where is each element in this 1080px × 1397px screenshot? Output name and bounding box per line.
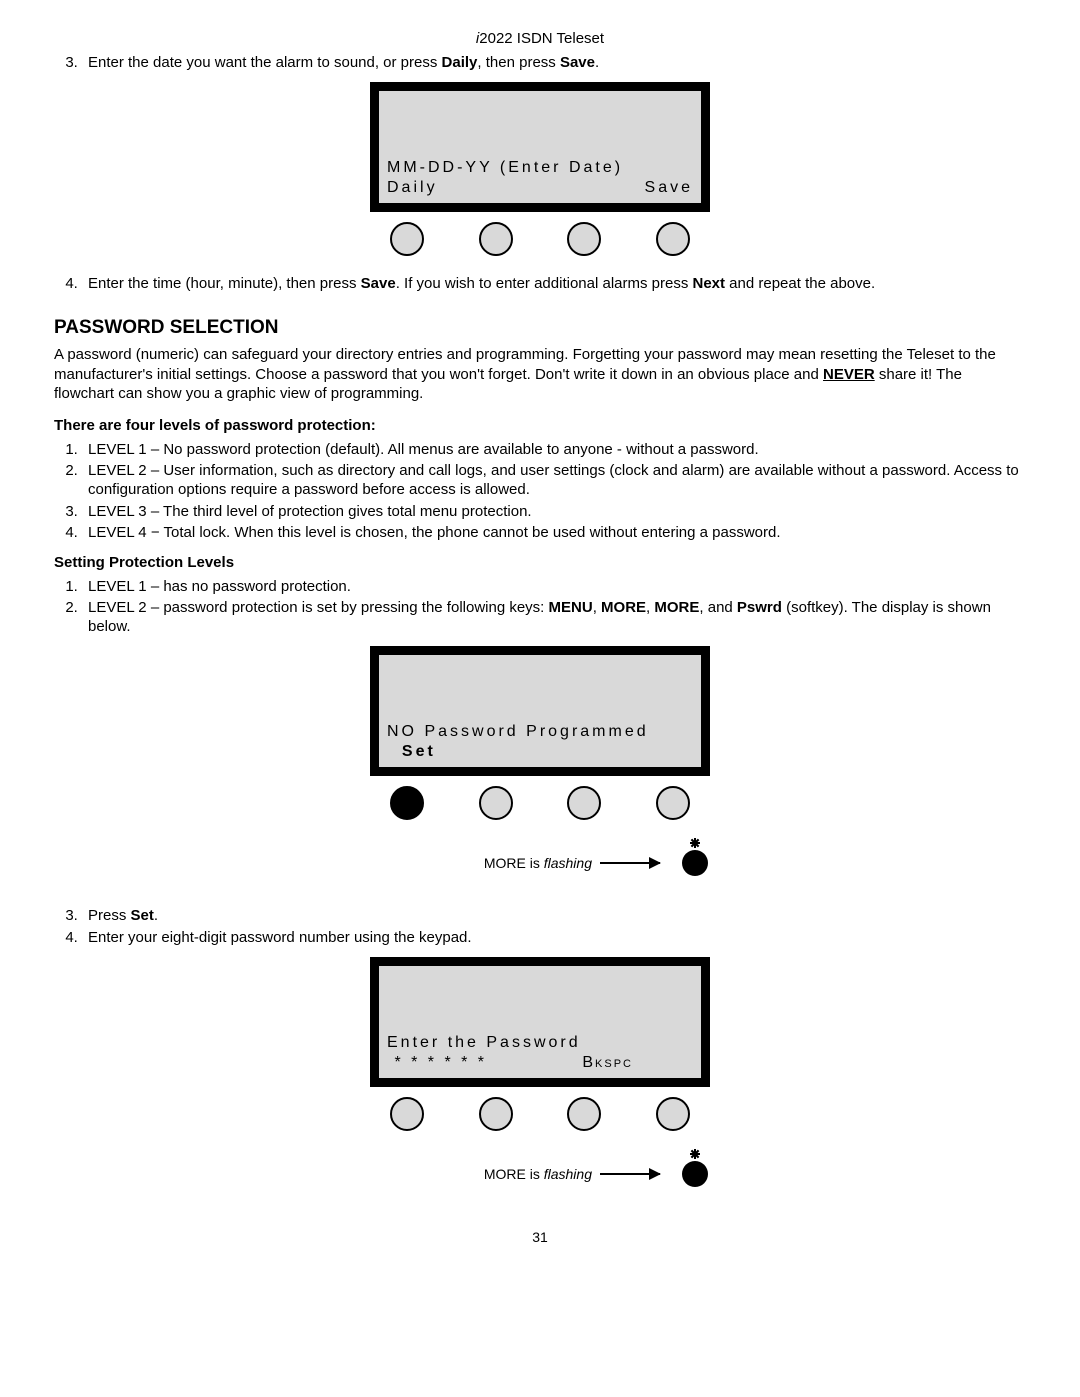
lcd-device-2: NO Password Programmed Set MORE is flash… xyxy=(54,646,1026,888)
softkey-2c[interactable] xyxy=(567,786,601,820)
arrow-icon xyxy=(600,1173,660,1175)
lcd1-save: Save xyxy=(645,179,693,197)
softkey-3a[interactable] xyxy=(390,1097,424,1131)
pwd-intro: A password (numeric) can safeguard your … xyxy=(54,345,1026,403)
lcd3-bkspc: Bkspc xyxy=(582,1054,633,1072)
level-3: LEVEL 3 – The third level of protection … xyxy=(82,502,1026,521)
softkey-2d[interactable] xyxy=(656,786,690,820)
softkey-row-1 xyxy=(370,212,710,256)
level-2: LEVEL 2 – User information, such as dire… xyxy=(82,461,1026,499)
softkey-3c[interactable] xyxy=(567,1097,601,1131)
softkey-1a[interactable] xyxy=(390,222,424,256)
levels-list: LEVEL 1 – No password protection (defaul… xyxy=(54,440,1026,542)
lcd-screen-1: MM-DD-YY (Enter Date) Daily Save xyxy=(370,82,710,212)
page-number: 31 xyxy=(54,1229,1026,1245)
softkey-3b[interactable] xyxy=(479,1097,513,1131)
step-3: Enter the date you want the alarm to sou… xyxy=(82,53,1026,72)
flash-indicator-2: MORE is flashing xyxy=(360,838,720,888)
setting-step-2: LEVEL 2 – password protection is set by … xyxy=(82,598,1026,636)
step-4: Enter the time (hour, minute), then pres… xyxy=(82,274,1026,293)
lcd2-line1: NO Password Programmed xyxy=(387,723,693,741)
softkey-1d[interactable] xyxy=(656,222,690,256)
alarm-steps-4: Enter the time (hour, minute), then pres… xyxy=(54,274,1026,293)
softkey-1b[interactable] xyxy=(479,222,513,256)
setting-step-4: Enter your eight-digit password number u… xyxy=(82,928,1026,947)
lcd-screen-2: NO Password Programmed Set xyxy=(370,646,710,776)
setting-step-3: Press Set. xyxy=(82,906,1026,925)
lcd1-daily: Daily xyxy=(387,179,438,197)
softkey-1c[interactable] xyxy=(567,222,601,256)
lcd1-line1: MM-DD-YY (Enter Date) xyxy=(387,159,693,177)
setting-step-1: LEVEL 1 – has no password protection. xyxy=(82,577,1026,596)
level-1: LEVEL 1 – No password protection (defaul… xyxy=(82,440,1026,459)
lcd3-line1: Enter the Password xyxy=(387,1034,693,1052)
lcd-device-3: Enter the Password * * * * * * Bkspc MOR… xyxy=(54,957,1026,1199)
lcd-device-1: MM-DD-YY (Enter Date) Daily Save xyxy=(54,82,1026,256)
softkey-row-2 xyxy=(370,776,710,820)
flash-icon xyxy=(670,838,720,888)
setting-heading: Setting Protection Levels xyxy=(54,554,1026,571)
lcd-screen-3: Enter the Password * * * * * * Bkspc xyxy=(370,957,710,1087)
level-4: LEVEL 4 − Total lock. When this level is… xyxy=(82,523,1026,542)
alarm-steps-3: Enter the date you want the alarm to sou… xyxy=(54,53,1026,72)
softkey-3d[interactable] xyxy=(656,1097,690,1131)
softkey-2a-filled[interactable] xyxy=(390,786,424,820)
page-header: i2022 ISDN Teleset xyxy=(54,30,1026,47)
flash-indicator-3: MORE is flashing xyxy=(360,1149,720,1199)
levels-heading: There are four levels of password protec… xyxy=(54,417,1026,434)
setting-steps: LEVEL 1 – has no password protection. LE… xyxy=(54,577,1026,637)
model-rest: 2022 ISDN Teleset xyxy=(479,30,604,47)
lcd3-stars: * * * * * * xyxy=(387,1054,487,1072)
softkey-row-3 xyxy=(370,1087,710,1131)
flash-icon xyxy=(670,1149,720,1199)
section-title: PASSWORD SELECTION xyxy=(54,317,1026,339)
lcd2-set: Set xyxy=(387,743,436,761)
softkey-2b[interactable] xyxy=(479,786,513,820)
setting-steps-34: Press Set. Enter your eight-digit passwo… xyxy=(54,906,1026,946)
arrow-icon xyxy=(600,862,660,864)
